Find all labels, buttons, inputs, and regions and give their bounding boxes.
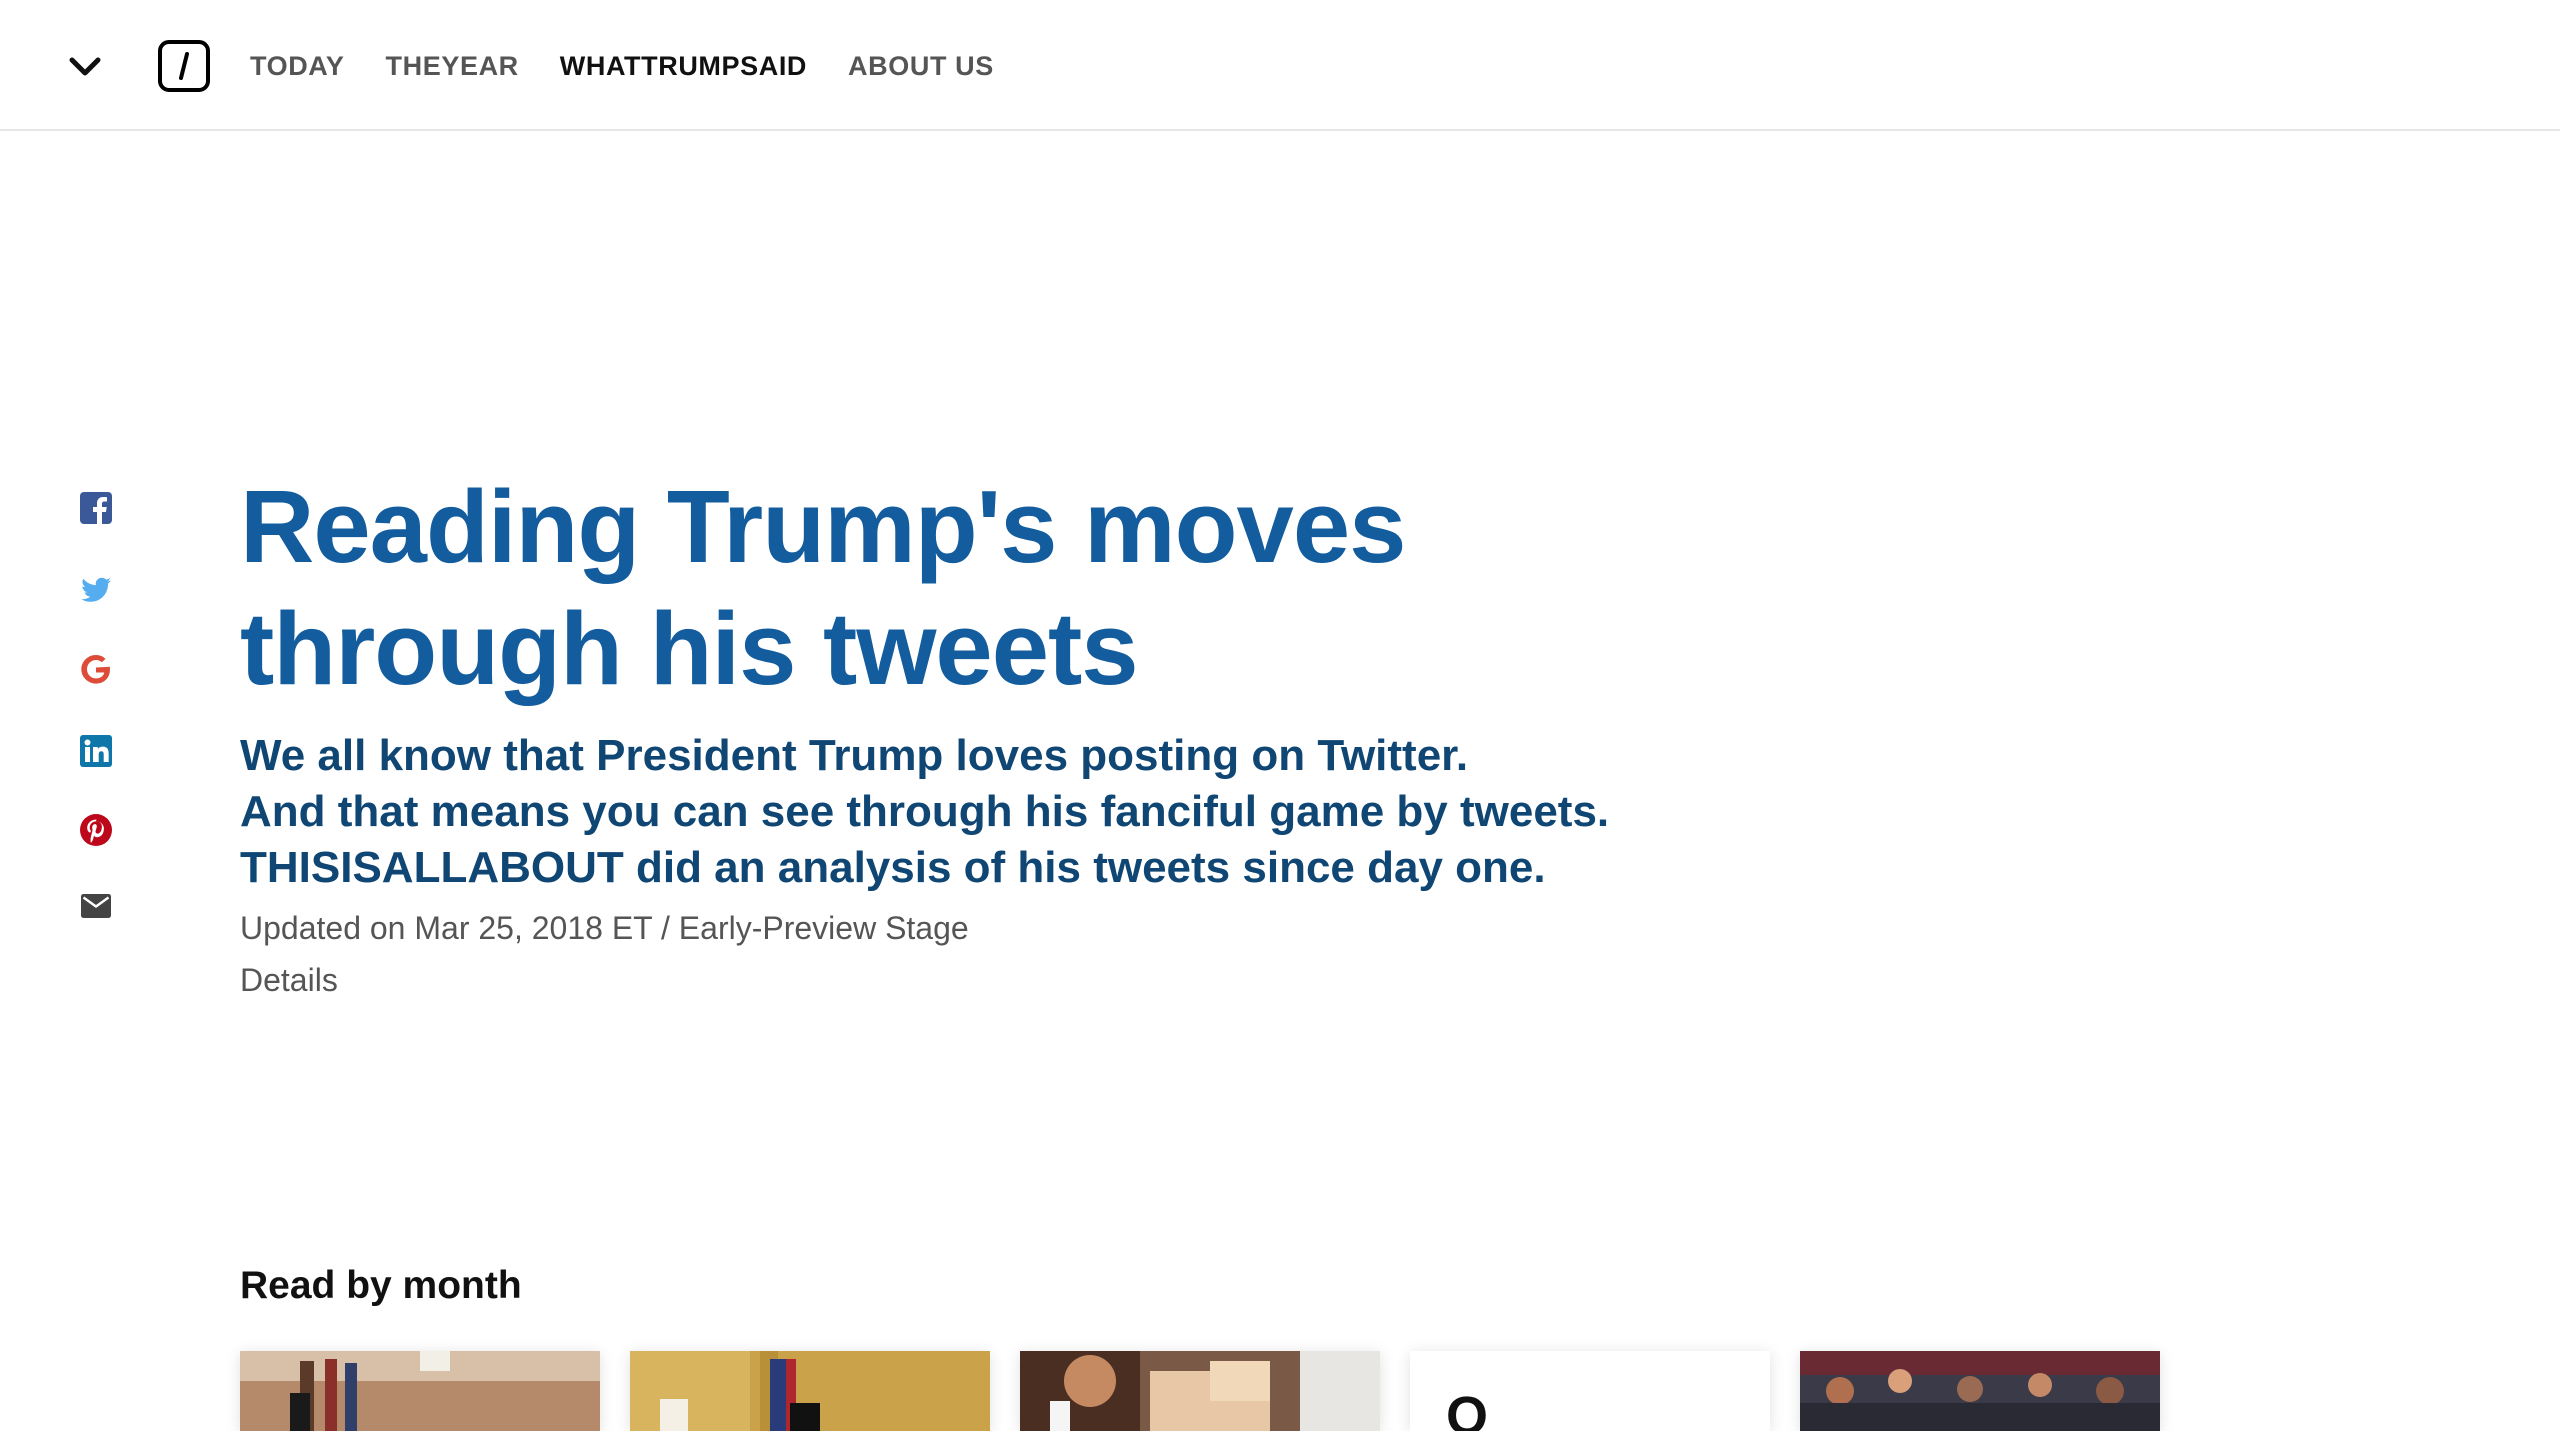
twitter-icon[interactable] (78, 572, 114, 608)
nav-item-today[interactable]: TODAY (250, 51, 345, 82)
month-card[interactable] (240, 1351, 600, 1431)
month-card[interactable] (630, 1351, 990, 1431)
page-title: Reading Trump's moves through his tweets (240, 469, 1406, 706)
subtitle-line: And that means you can see through his f… (240, 787, 1610, 836)
month-card[interactable] (1020, 1351, 1380, 1431)
chevron-down-icon[interactable] (68, 50, 102, 80)
read-by-month-heading: Read by month (240, 1264, 522, 1307)
google-icon[interactable] (78, 652, 114, 688)
month-card[interactable] (1800, 1351, 2160, 1431)
pinterest-icon[interactable] (78, 812, 114, 848)
email-icon[interactable] (78, 888, 114, 924)
subtitle-line: We all know that President Trump loves p… (240, 731, 1469, 780)
top-navigation-bar: TODAY THEYEAR WHATTRUMPSAID ABOUT US (0, 0, 2560, 131)
linkedin-icon[interactable] (78, 733, 114, 769)
subtitle-line: THISISALLABOUT did an analysis of his tw… (240, 843, 1546, 892)
month-cards: O (240, 1351, 2160, 1431)
month-card-caption: O (1446, 1386, 1489, 1431)
subtitle: We all know that President Trump loves p… (240, 728, 1740, 896)
month-card-image (1800, 1351, 2160, 1431)
month-card-image (1020, 1351, 1380, 1431)
slash-logo-icon[interactable] (158, 40, 210, 92)
facebook-icon[interactable] (78, 490, 114, 526)
nav-item-whattrumpsaid[interactable]: WHATTRUMPSAID (560, 51, 807, 82)
updated-timestamp: Updated on Mar 25, 2018 ET / Early-Previ… (240, 910, 969, 946)
main-nav: TODAY THEYEAR WHATTRUMPSAID ABOUT US (250, 50, 994, 82)
details-link[interactable]: Details (240, 962, 338, 999)
month-card-image (240, 1351, 600, 1431)
month-card-image (630, 1351, 990, 1431)
nav-item-theyear[interactable]: THEYEAR (386, 51, 519, 82)
nav-item-about-us[interactable]: ABOUT US (848, 51, 994, 82)
month-card[interactable]: O (1410, 1351, 1770, 1431)
